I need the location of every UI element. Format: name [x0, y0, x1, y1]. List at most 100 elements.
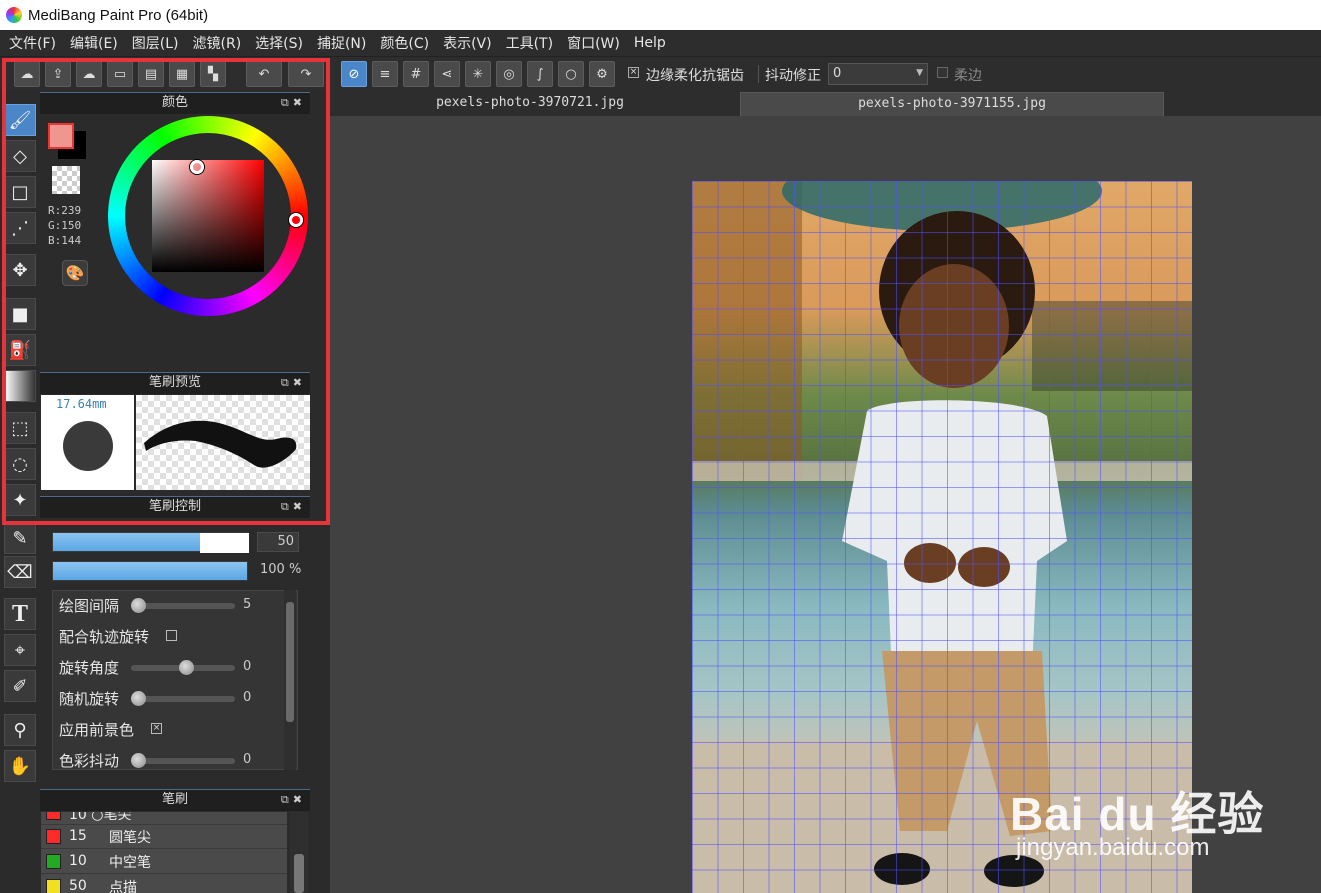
hand-tool-icon[interactable]: ✋	[4, 750, 36, 782]
menu-edit[interactable]: 编辑(E)	[63, 33, 125, 53]
menu-window[interactable]: 窗口(W)	[560, 33, 627, 53]
panel-float-close-icon[interactable]: ⧉✖	[281, 373, 306, 393]
snap-ellipse-icon[interactable]: ○	[558, 61, 584, 87]
select-eraser-icon[interactable]: ⌫	[4, 556, 36, 588]
follow-rotation-checkbox[interactable]	[166, 630, 177, 641]
snap-off-icon[interactable]: ⊘	[341, 61, 367, 87]
menu-view[interactable]: 表示(V)	[436, 33, 499, 53]
prop-row-follow-rotation: 配合轨迹旋转	[59, 624, 289, 648]
menu-layer[interactable]: 图层(L)	[125, 33, 186, 53]
tab-photo-3971155[interactable]: pexels-photo-3971155.jpg	[740, 92, 1164, 116]
prop-row-angle: 旋转角度 0	[59, 655, 289, 679]
brush-item[interactable]: 10 中空笔	[41, 849, 287, 874]
prop-label: 绘图间隔	[59, 597, 120, 615]
prop-slider[interactable]	[131, 758, 235, 764]
dot-tool-icon[interactable]: □	[4, 176, 36, 208]
stabilizer-select[interactable]: 0 ▼	[828, 63, 928, 85]
panel-divider[interactable]	[310, 90, 330, 893]
snap-settings-icon[interactable]: ⚙	[589, 61, 615, 87]
brush-preview-header: 笔刷预览 ⧉✖	[40, 372, 310, 394]
eyedropper-tool-icon[interactable]: ⚲	[4, 714, 36, 746]
brush-control-title: 笔刷控制	[148, 499, 201, 514]
window-title: MediBang Paint Pro (64bit)	[28, 6, 209, 24]
snap-perspective-icon[interactable]: ⋖	[434, 61, 460, 87]
snap-concentric-icon[interactable]: ◎	[496, 61, 522, 87]
brush-size: 50	[69, 878, 87, 893]
sv-marker[interactable]	[190, 160, 204, 174]
color-panel-title: 颜色	[161, 95, 188, 110]
menu-help[interactable]: Help	[627, 35, 673, 51]
rect-select-tool-icon[interactable]: ⬚	[4, 412, 36, 444]
snap-curve-icon[interactable]: ∫	[527, 61, 553, 87]
prop-slider[interactable]	[131, 603, 235, 609]
brush-color-chip	[46, 854, 61, 869]
brush-item-text: 10 ○笔尖	[69, 812, 132, 823]
transparent-color-swatch[interactable]	[52, 166, 80, 194]
slider-knob[interactable]	[131, 598, 146, 613]
panel-float-close-icon[interactable]: ⧉✖	[281, 790, 306, 810]
slider-knob[interactable]	[131, 753, 146, 768]
slider-knob[interactable]	[179, 660, 194, 675]
divide-tool-icon[interactable]: ✐	[4, 670, 36, 702]
save-icon[interactable]: ⇪	[45, 61, 71, 87]
brush-opacity-slider[interactable]	[52, 561, 248, 581]
prop-label: 应用前景色	[59, 721, 135, 739]
chevron-down-icon: ▼	[916, 68, 923, 78]
brush-size-slider[interactable]	[52, 532, 249, 553]
foreground-color-swatch[interactable]	[48, 123, 74, 149]
snap-parallel-icon[interactable]: ≡	[372, 61, 398, 87]
menu-filter[interactable]: 滤镜(R)	[186, 33, 249, 53]
team-icon[interactable]: ▦	[169, 61, 195, 87]
prop-value: 5	[243, 597, 252, 612]
palette-icon[interactable]: 🎨	[62, 260, 88, 286]
apply-fg-color-checkbox[interactable]: ×	[151, 723, 162, 734]
page-icon[interactable]: ▤	[138, 61, 164, 87]
menu-select[interactable]: 选择(S)	[248, 33, 310, 53]
menu-file[interactable]: 文件(F)	[2, 33, 63, 53]
gradient-tool-icon[interactable]	[4, 370, 36, 402]
magic-wand-tool-icon[interactable]: ✦	[4, 484, 36, 516]
menu-tools[interactable]: 工具(T)	[499, 33, 560, 53]
grid-layout-icon[interactable]: ▚	[200, 61, 226, 87]
brush-panel-header: 笔刷 ⧉✖	[40, 789, 310, 811]
saturation-value-square[interactable]	[152, 160, 264, 272]
brush-item[interactable]: 15 圆笔尖	[41, 824, 287, 849]
cloud-upload-icon[interactable]: ☁	[76, 61, 102, 87]
brush-name: 中空笔	[109, 855, 151, 871]
brush-item[interactable]: 50 点描	[41, 874, 287, 893]
toolbar-divider	[758, 65, 759, 83]
shape-fill-tool-icon[interactable]: ■	[4, 298, 36, 330]
antialias-checkbox[interactable]: ×	[628, 67, 639, 78]
panel-float-close-icon[interactable]: ⧉✖	[281, 497, 306, 517]
menu-snap[interactable]: 捕捉(N)	[310, 33, 373, 53]
properties-scrollbar[interactable]	[284, 590, 296, 770]
eraser-tool-icon[interactable]: ◇	[4, 140, 36, 172]
brush-size-value[interactable]: 50	[257, 532, 299, 552]
new-canvas-icon[interactable]: ☁	[14, 61, 40, 87]
tab-photo-3970721[interactable]: pexels-photo-3970721.jpg	[340, 92, 720, 116]
comment-icon[interactable]: ▭	[107, 61, 133, 87]
brush-tool-icon[interactable]: 🖌	[4, 104, 36, 136]
move-tool-icon[interactable]: ✥	[4, 254, 36, 286]
stabilizer-value: 0	[833, 66, 842, 81]
bucket-tool-icon[interactable]: ⛽	[4, 334, 36, 366]
menu-color[interactable]: 颜色(C)	[373, 33, 436, 53]
snap-radial-icon[interactable]: ✳	[465, 61, 491, 87]
redo-icon[interactable]: ↷	[288, 61, 324, 87]
select-pen-icon[interactable]: ✎	[4, 522, 36, 554]
select-pen-tool-icon[interactable]: ⋰	[4, 212, 36, 244]
prop-label: 色彩抖动	[59, 752, 120, 770]
text-tool-icon[interactable]: T	[4, 598, 36, 630]
slider-knob[interactable]	[131, 691, 146, 706]
lasso-tool-icon[interactable]: ◌	[4, 448, 36, 480]
snap-grid-icon[interactable]: #	[403, 61, 429, 87]
brush-list-scrollbar[interactable]	[290, 812, 308, 893]
soft-edge-checkbox[interactable]	[937, 67, 948, 78]
undo-icon[interactable]: ↶	[246, 61, 282, 87]
antialias-label: 边缘柔化抗锯齿	[646, 68, 744, 84]
hue-marker[interactable]	[289, 213, 303, 227]
operation-tool-icon[interactable]: ⌖	[4, 634, 36, 666]
brush-color-chip	[46, 879, 61, 893]
prop-slider[interactable]	[131, 696, 235, 702]
panel-float-close-icon[interactable]: ⧉✖	[281, 93, 306, 113]
